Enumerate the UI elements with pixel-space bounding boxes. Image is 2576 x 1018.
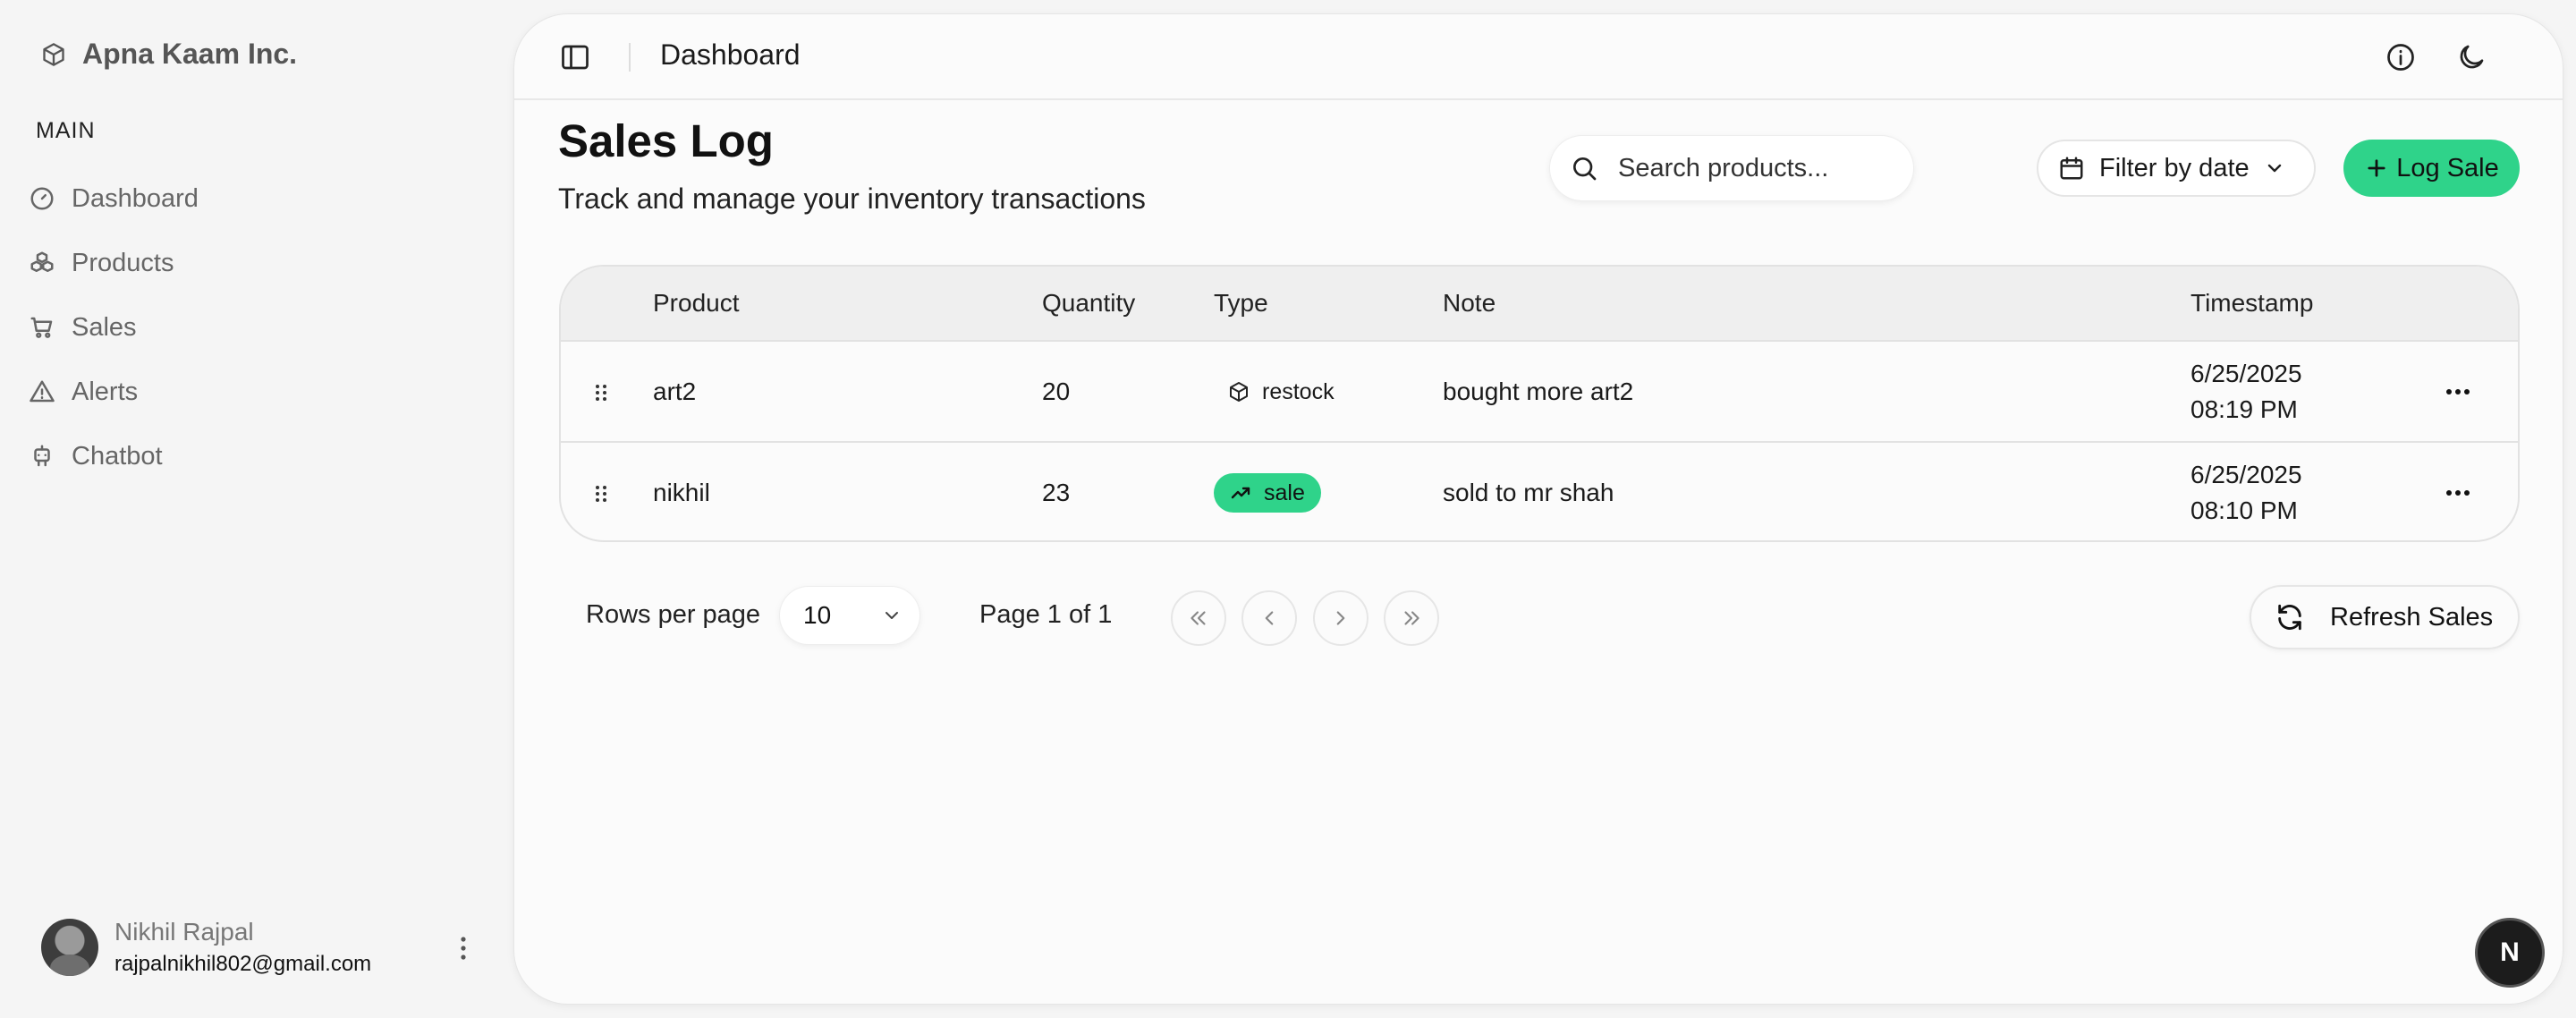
column-header-note[interactable]: Note (1443, 289, 1496, 318)
cart-icon (29, 314, 55, 341)
info-icon[interactable] (2385, 41, 2417, 73)
top-bar: Dashboard (514, 14, 2563, 100)
sidebar-item-chatbot[interactable]: Chatbot (27, 424, 492, 488)
search-icon (1570, 154, 1598, 182)
filter-label: Filter by date (2099, 153, 2250, 182)
table-row[interactable]: nikhil 23 sale sold to mr shah 6/25/2025… (561, 441, 2518, 540)
boxes-icon (29, 250, 55, 276)
log-sale-label: Log Sale (2396, 153, 2499, 182)
brand-name: Apna Kaam Inc. (82, 38, 298, 70)
page-subtitle: Track and manage your inventory transact… (558, 182, 1146, 215)
user-profile[interactable]: Nikhil Rajpal rajpalnikhil802@gmail.com (41, 916, 479, 979)
package-icon (41, 42, 66, 67)
divider (629, 43, 631, 72)
more-vertical-icon[interactable] (447, 932, 479, 964)
user-email: rajpalnikhil802@gmail.com (114, 952, 372, 976)
timestamp-time: 08:10 PM (2190, 496, 2298, 524)
user-info: Nikhil Rajpal rajpalnikhil802@gmail.com (114, 918, 371, 977)
cell-product: nikhil (653, 479, 710, 506)
timestamp-date: 6/25/2025 (2190, 360, 2302, 387)
column-header-quantity[interactable]: Quantity (1042, 289, 1135, 318)
cell-note: bought more art2 (1443, 378, 1634, 405)
page-info: Page 1 of 1 (979, 600, 1113, 629)
more-horizontal-icon[interactable] (2443, 482, 2473, 504)
column-header-timestamp[interactable]: Timestamp (2190, 289, 2313, 318)
refresh-icon (2275, 602, 2305, 632)
sidebar-item-sales[interactable]: Sales (27, 295, 492, 360)
chevron-down-icon (2264, 157, 2285, 179)
plus-icon (2364, 156, 2389, 181)
type-badge: sale (1214, 473, 1321, 513)
sidebar-section-label: MAIN (36, 118, 96, 143)
main-panel: Dashboard Sales Log Track and manage you… (514, 14, 2563, 1004)
log-sale-button[interactable]: Log Sale (2343, 140, 2520, 197)
page-header-title: Dashboard (660, 38, 801, 71)
cell-timestamp: 6/25/2025 08:10 PM (2190, 457, 2302, 529)
sidebar-item-label: Dashboard (72, 183, 199, 213)
cell-quantity: 23 (1042, 479, 1071, 506)
type-label: sale (1264, 479, 1305, 505)
trending-up-icon (1230, 482, 1251, 504)
rows-per-page-value: 10 (803, 601, 832, 629)
last-page-button[interactable] (1384, 590, 1439, 646)
brand[interactable]: Apna Kaam Inc. (41, 38, 297, 71)
chevrons-left-icon (1187, 607, 1210, 630)
chevron-left-icon (1258, 607, 1281, 630)
drag-handle-icon[interactable] (593, 383, 609, 403)
search-box[interactable] (1550, 136, 1913, 200)
more-horizontal-icon[interactable] (2443, 381, 2473, 403)
filter-by-date-button[interactable]: Filter by date (2037, 140, 2316, 197)
rows-per-page-select[interactable]: 10 (780, 587, 919, 644)
chevron-down-icon (881, 605, 902, 626)
cell-product: art2 (653, 378, 697, 405)
sidebar: Apna Kaam Inc. MAIN Dashboard Products S… (0, 0, 514, 1018)
table-row[interactable]: art2 20 restock bought more art2 6/25/20… (561, 340, 2518, 441)
user-name: Nikhil Rajpal (114, 918, 254, 946)
sidebar-item-alerts[interactable]: Alerts (27, 360, 492, 424)
calendar-icon (2058, 155, 2085, 182)
refresh-sales-button[interactable]: Refresh Sales (2250, 585, 2520, 649)
table-header: Product Quantity Type Note Timestamp (561, 267, 2518, 340)
next-page-button[interactable] (1313, 590, 1368, 646)
sidebar-item-label: Products (72, 248, 174, 277)
first-page-button[interactable] (1171, 590, 1226, 646)
type-badge: restock (1214, 374, 1349, 410)
sidebar-item-label: Sales (72, 312, 137, 342)
package-icon (1228, 381, 1250, 403)
timestamp-time: 08:19 PM (2190, 395, 2298, 423)
rows-per-page-label: Rows per page (586, 600, 761, 629)
sidebar-toggle-icon[interactable] (559, 41, 591, 73)
sidebar-item-label: Chatbot (72, 441, 163, 471)
column-header-type[interactable]: Type (1214, 289, 1268, 318)
chevrons-right-icon (1400, 607, 1423, 630)
cell-note: sold to mr shah (1443, 479, 1614, 506)
avatar (41, 919, 98, 976)
alert-triangle-icon (29, 378, 55, 405)
sidebar-item-dashboard[interactable]: Dashboard (27, 166, 492, 231)
drag-handle-icon[interactable] (593, 484, 609, 504)
page-title: Sales Log (558, 115, 774, 166)
chevron-right-icon (1329, 607, 1352, 630)
moon-icon[interactable] (2455, 41, 2487, 73)
dev-badge-letter: N (2500, 937, 2520, 967)
type-label: restock (1262, 378, 1335, 404)
dev-tools-badge[interactable]: N (2475, 918, 2545, 988)
gauge-icon (29, 185, 55, 212)
sidebar-item-label: Alerts (72, 377, 139, 406)
sidebar-nav: Dashboard Products Sales Alerts Chatbot (27, 166, 492, 488)
timestamp-date: 6/25/2025 (2190, 461, 2302, 488)
bot-icon (29, 443, 55, 470)
cell-timestamp: 6/25/2025 08:19 PM (2190, 356, 2302, 428)
cell-quantity: 20 (1042, 378, 1071, 405)
refresh-sales-label: Refresh Sales (2330, 602, 2494, 632)
sales-table: Product Quantity Type Note Timestamp art… (559, 265, 2520, 542)
search-input[interactable] (1618, 153, 1904, 183)
previous-page-button[interactable] (1241, 590, 1297, 646)
column-header-product[interactable]: Product (653, 289, 740, 318)
sidebar-item-products[interactable]: Products (27, 231, 492, 295)
